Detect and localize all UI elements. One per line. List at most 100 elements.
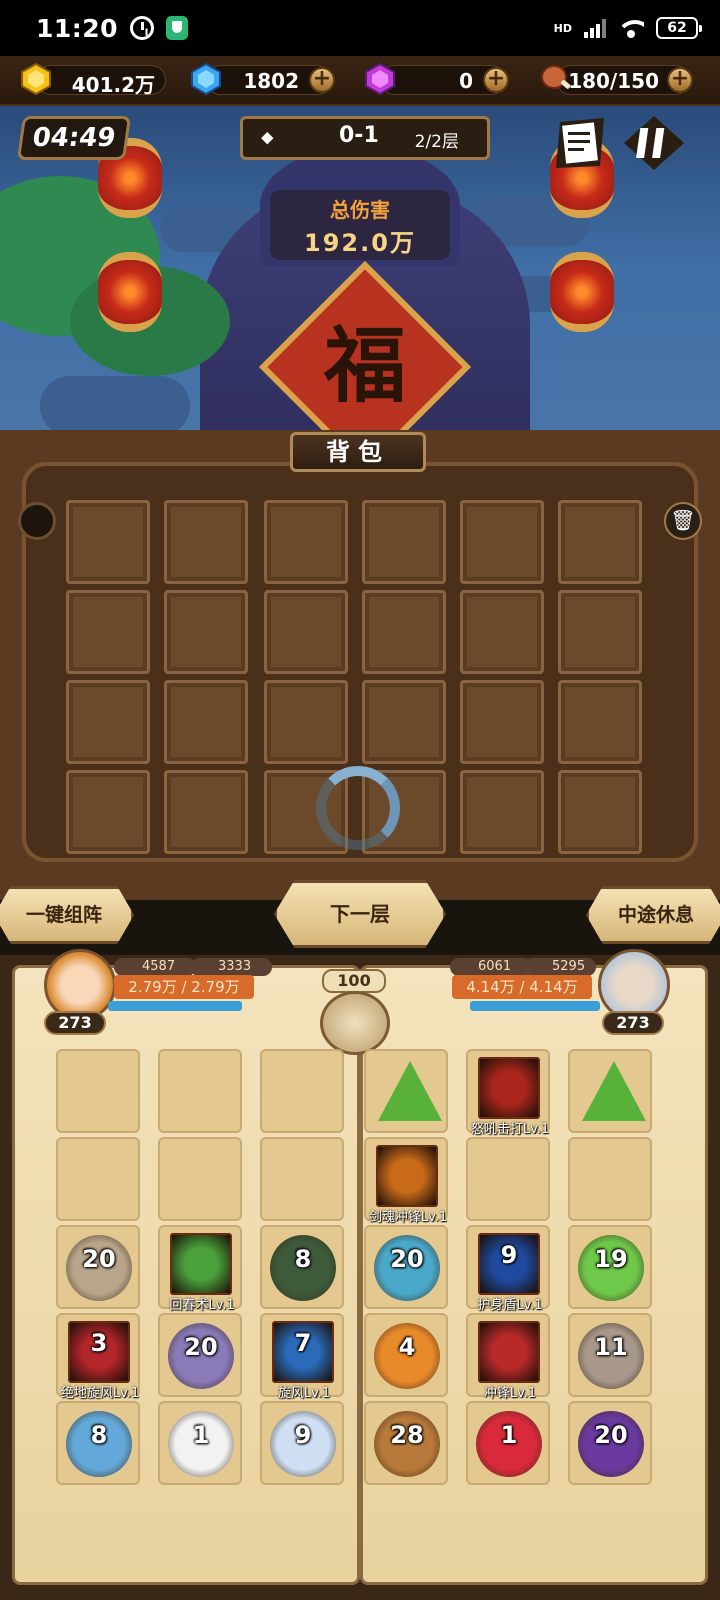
army-panel: 273 4587 3333 2.79万 / 2.79万 273 6061 529…: [0, 949, 720, 1600]
add-stamina-button[interactable]: +: [667, 67, 693, 93]
stamina-value: 180/150: [568, 69, 659, 93]
backpack-title: 背包: [290, 432, 426, 472]
unit-slot[interactable]: 7 旋风Lv.1: [260, 1313, 344, 1401]
green-crystal-icon: [378, 1061, 442, 1121]
hero-right-hp: 4.14万 / 4.14万: [452, 975, 592, 999]
skill-count: 3: [90, 1329, 108, 1357]
unit-count: 20: [184, 1333, 218, 1361]
unit-slot[interactable]: 3 绝地旋风Lv.1: [56, 1313, 140, 1401]
unit-slot[interactable]: 11: [568, 1313, 652, 1397]
unit-slot[interactable]: 1: [158, 1401, 242, 1485]
unit-slot[interactable]: 8: [56, 1401, 140, 1485]
signal-icon: [584, 18, 606, 38]
unit-slot[interactable]: 20: [158, 1313, 242, 1397]
unit-slot[interactable]: [260, 1137, 344, 1221]
backpack-slot[interactable]: [164, 500, 248, 584]
unit-slot[interactable]: 4: [364, 1313, 448, 1397]
backpack-slot[interactable]: [362, 590, 446, 674]
gold-value: 401.2万: [71, 73, 155, 97]
total-damage-label: 总伤害: [330, 198, 390, 222]
hero-right-attack: 6061: [450, 958, 532, 976]
emblem-icon[interactable]: [320, 991, 390, 1055]
backpack-slot[interactable]: [460, 680, 544, 764]
unit-slot[interactable]: 9: [260, 1401, 344, 1485]
unit-slot[interactable]: [466, 1137, 550, 1221]
add-crystal-button[interactable]: +: [483, 67, 509, 93]
hero-left-level: 273: [44, 1011, 106, 1035]
unit-slot[interactable]: 冲锋Lv.1: [466, 1313, 550, 1401]
unit-slot[interactable]: [568, 1137, 652, 1221]
backpack-slot[interactable]: [460, 590, 544, 674]
backpack-slot[interactable]: [362, 680, 446, 764]
unit-slot[interactable]: [364, 1049, 448, 1133]
battle-scene: 福 04:49 ⬥ 0-1 2/2层 总伤害 192.0万: [0, 106, 720, 466]
unit-slot[interactable]: 回春术Lv.1: [158, 1225, 242, 1313]
loading-spinner: [316, 766, 400, 850]
backpack-slot[interactable]: [558, 680, 642, 764]
battery-icon: 62: [656, 17, 702, 39]
hero-left-attack: 4587: [114, 958, 196, 976]
green-crystal-icon: [582, 1061, 646, 1121]
clock: 11:20: [36, 13, 119, 43]
unit-slot[interactable]: [568, 1049, 652, 1133]
skill-count: 9: [500, 1241, 518, 1269]
next-floor-button[interactable]: 下一层: [274, 880, 446, 948]
skill-name: 绝地旋风Lv.1: [60, 1386, 140, 1401]
unit-slot[interactable]: [158, 1049, 242, 1133]
unit-slot[interactable]: [56, 1137, 140, 1221]
purple-gem-icon: [365, 62, 395, 96]
unit-slot[interactable]: 20: [56, 1225, 140, 1309]
hero-right-defense: 5295: [524, 958, 596, 976]
status-bar: 11:20 HD 62: [0, 0, 720, 56]
auto-formation-button[interactable]: 一键组阵: [0, 886, 134, 944]
backpack-slot[interactable]: [264, 590, 348, 674]
unit-count: 20: [594, 1421, 628, 1449]
backpack-slot[interactable]: [460, 770, 544, 854]
unit-slot[interactable]: [158, 1137, 242, 1221]
unit-slot[interactable]: 8: [260, 1225, 344, 1309]
unit-slot[interactable]: 20: [364, 1225, 448, 1309]
notes-icon[interactable]: [552, 116, 612, 170]
backpack-slot[interactable]: [66, 590, 150, 674]
network-label: HD: [553, 21, 572, 35]
backpack-slot[interactable]: [264, 680, 348, 764]
unit-slot[interactable]: [260, 1049, 344, 1133]
backpack-slot[interactable]: [558, 770, 642, 854]
pause-icon[interactable]: [624, 116, 684, 170]
unit-slot[interactable]: 怒吼击打Lv.1: [466, 1049, 550, 1137]
skill-count: 7: [294, 1329, 312, 1357]
unit-slot[interactable]: 19: [568, 1225, 652, 1309]
unit-count: 11: [594, 1333, 628, 1361]
backpack-slot[interactable]: [66, 680, 150, 764]
backpack-slot[interactable]: [460, 500, 544, 584]
unit-slot[interactable]: 9 护身盾Lv.1: [466, 1225, 550, 1313]
unit-slot[interactable]: 20: [568, 1401, 652, 1485]
resource-bar: 401.2万 1802 + 0 + 180/150 +: [0, 56, 720, 106]
backpack-slot[interactable]: [558, 590, 642, 674]
unit-slot[interactable]: 1: [466, 1401, 550, 1485]
backpack-slot[interactable]: [362, 500, 446, 584]
skill-name: 回春术Lv.1: [169, 1298, 235, 1313]
unit-count: 20: [390, 1245, 424, 1273]
unit-count: 9: [294, 1421, 312, 1449]
skill-icon: [170, 1233, 232, 1295]
unit-slot[interactable]: [56, 1049, 140, 1133]
skill-name: 冲锋Lv.1: [483, 1386, 537, 1401]
unit-slot[interactable]: 28: [364, 1401, 448, 1485]
stage-number: 0-1: [339, 123, 379, 148]
backpack-slot[interactable]: [66, 770, 150, 854]
crystal-value: 0: [459, 69, 473, 93]
backpack-slot[interactable]: [264, 500, 348, 584]
diamond-value: 1802: [243, 69, 299, 93]
backpack-slot[interactable]: [558, 500, 642, 584]
trash-icon[interactable]: 🗑: [664, 502, 702, 540]
backpack-slot[interactable]: [164, 680, 248, 764]
backpack-slot[interactable]: [164, 590, 248, 674]
unit-slot[interactable]: 剑魂冲锋Lv.1: [364, 1137, 448, 1225]
backpack-slot[interactable]: [66, 500, 150, 584]
backpack-slot[interactable]: [164, 770, 248, 854]
backpack-indicator: [18, 502, 56, 540]
add-diamond-button[interactable]: +: [309, 67, 335, 93]
total-damage-value: 192.0万: [304, 229, 416, 257]
midway-rest-button[interactable]: 中途休息: [586, 886, 720, 944]
